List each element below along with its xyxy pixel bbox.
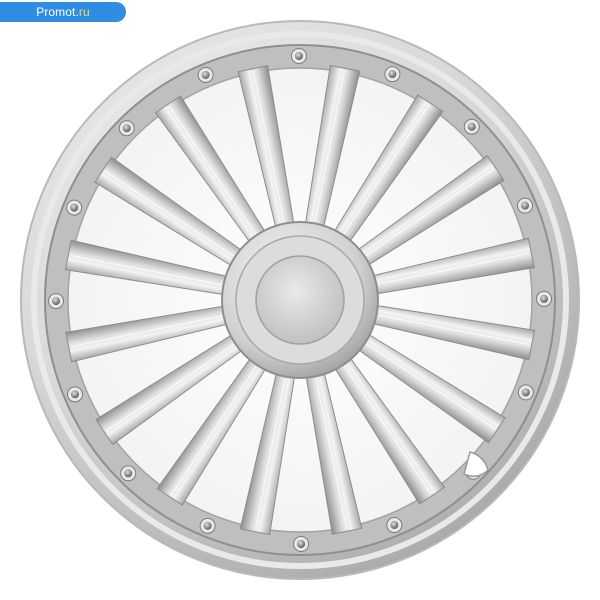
- bolt: [48, 293, 65, 310]
- bolt: [517, 384, 534, 401]
- bolt: [293, 535, 310, 552]
- bolt: [118, 120, 135, 137]
- bolt: [386, 517, 403, 534]
- bolt: [66, 386, 83, 403]
- bolt: [120, 465, 137, 482]
- bolt: [199, 517, 216, 534]
- bolt: [197, 66, 214, 83]
- bolt: [517, 197, 534, 214]
- wheel-cover-image: [20, 20, 580, 580]
- bolt: [66, 199, 83, 216]
- bolt: [290, 48, 307, 65]
- center-cap: [255, 255, 345, 345]
- bolt: [463, 118, 480, 135]
- bolt: [384, 66, 401, 83]
- bolt: [535, 290, 552, 307]
